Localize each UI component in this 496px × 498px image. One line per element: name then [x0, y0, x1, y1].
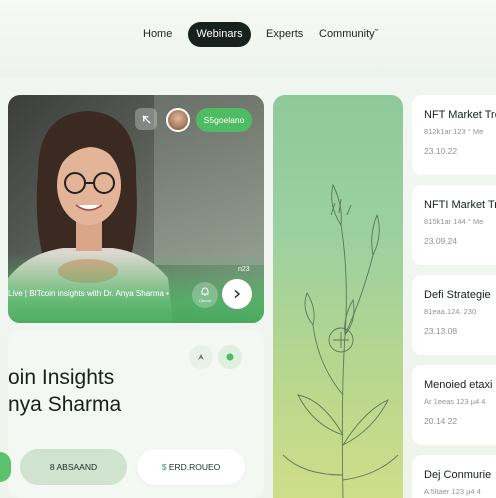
nav-community[interactable]: Communityˇ — [319, 22, 378, 47]
register-button-label: ERD.ROUEO — [168, 462, 221, 472]
react-button[interactable] — [218, 345, 242, 369]
leaf-icon — [226, 353, 234, 361]
webinar-title-line2: nya Sharma — [8, 393, 122, 416]
currency-symbol: $ — [161, 462, 167, 472]
list-item-title: NFTI Market Tre — [424, 199, 496, 211]
nav-experts[interactable]: Experts — [266, 22, 303, 47]
list-item[interactable]: Defi Strategie 81eaa.124. 230 23.13.08 — [412, 275, 496, 355]
pip-button[interactable] — [135, 108, 157, 130]
top-nav: Home Webinars Experts Communityˇ — [0, 0, 496, 78]
record-button[interactable]: Decod — [192, 282, 218, 308]
list-item-meta: 815k1ar 144 ° Me — [424, 217, 484, 226]
list-item-date: 23.10.22 — [424, 146, 458, 156]
expert-avatar[interactable] — [166, 108, 190, 132]
list-item-date: 23.13.08 — [424, 326, 458, 336]
list-item-title: Dej Conmurie — [424, 469, 492, 481]
session-badge[interactable]: S5goelano — [196, 108, 252, 132]
list-item-meta: A 5ltaer 123 µ4 4 — [424, 487, 481, 496]
list-item[interactable]: Menoied etaxi Ar 1eeas 123 µ4 4 20.14 22 — [412, 365, 496, 445]
list-item-meta: Ar 1eeas 123 µ4 4 — [424, 397, 486, 406]
list-item[interactable]: NFT Market Tre 812k1ar 123 ° Me 23.10.22 — [412, 95, 496, 175]
record-label: Decod — [199, 298, 211, 303]
list-item-meta: 812k1ar 123 ° Me — [424, 127, 484, 136]
live-caption: Live | BITcoin insights with Dr. Anya Sh… — [8, 289, 169, 298]
nav-webinars[interactable]: Webinars — [188, 22, 251, 47]
secondary-action-button[interactable]: 8 ABSAAND — [20, 449, 127, 485]
share-button[interactable] — [189, 345, 213, 369]
plant-illustration — [282, 183, 399, 498]
list-item-title: NFT Market Tre — [424, 109, 496, 121]
list-item-title: Menoied etaxi — [424, 379, 493, 391]
bell-icon — [201, 287, 209, 296]
list-item-title: Defi Strategie — [424, 289, 491, 301]
webinar-title-line1: oin Insights — [8, 366, 115, 389]
list-item[interactable]: NFTI Market Tre 815k1ar 144 ° Me 23.09.2… — [412, 185, 496, 265]
list-item-date: 23.09.24 — [424, 236, 458, 246]
list-item[interactable]: Dej Conmurie A 5ltaer 123 µ4 4 — [412, 455, 496, 498]
share-icon — [198, 354, 204, 360]
next-button[interactable] — [222, 279, 252, 309]
nav-home[interactable]: Home — [143, 22, 172, 47]
pip-icon — [141, 114, 151, 124]
chevron-right-icon — [234, 289, 241, 299]
register-button[interactable]: $ ERD.ROUEO — [137, 449, 245, 485]
video-timestamp: n23 — [238, 266, 250, 273]
list-item-meta: 81eaa.124. 230 — [424, 307, 477, 316]
decorative-panel — [273, 95, 403, 498]
list-item-date: 20.14 22 — [424, 416, 458, 426]
